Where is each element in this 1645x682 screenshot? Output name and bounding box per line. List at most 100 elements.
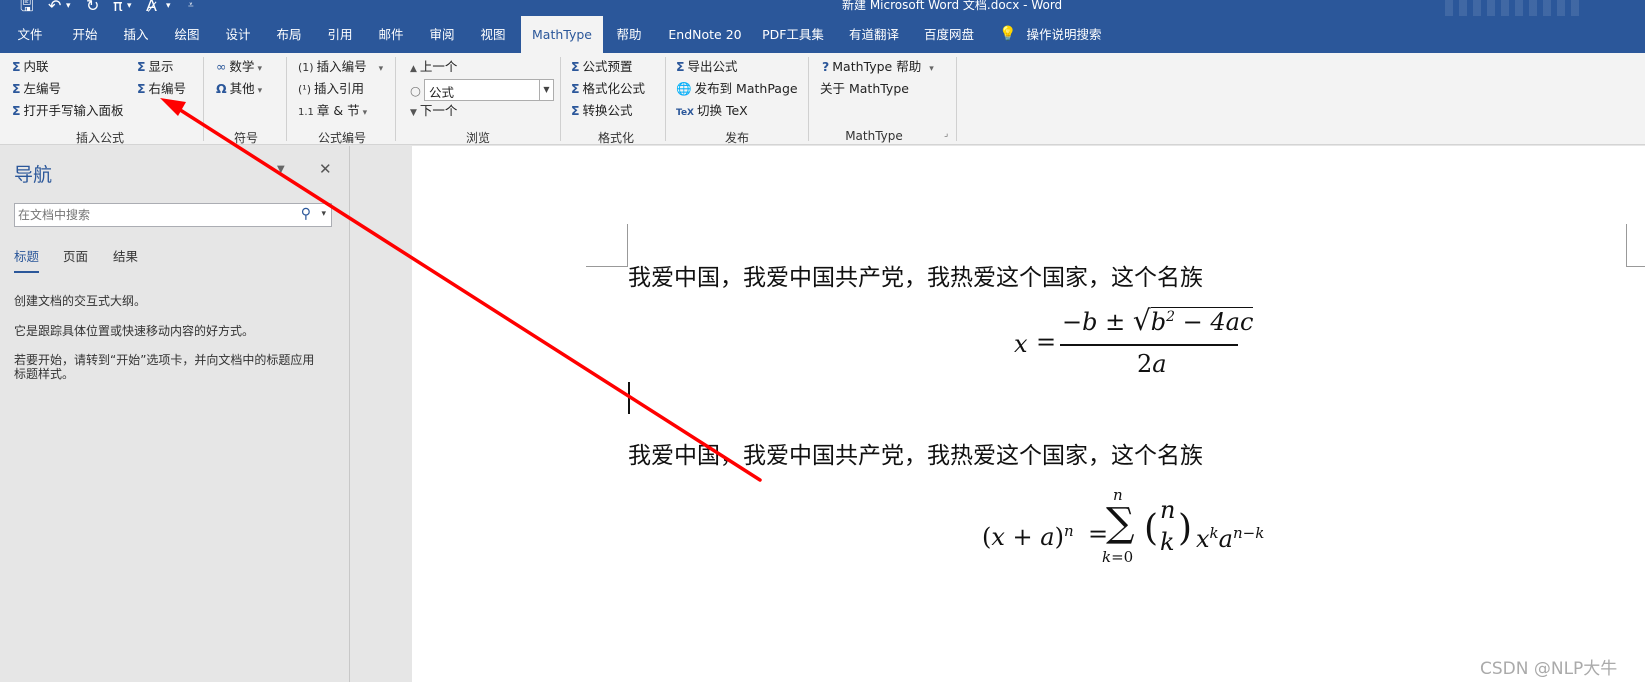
- tab-help[interactable]: 帮助: [614, 16, 644, 53]
- nav-search-box[interactable]: ⚲ ▾: [14, 203, 332, 227]
- publish-mathpage-button[interactable]: 🌐 发布到 MathPage: [676, 81, 798, 97]
- insert-number-button[interactable]: (1) 插入编号 ▾: [298, 59, 383, 77]
- chevron-down-icon[interactable]: ▾: [321, 209, 326, 219]
- browse-combo-value: 公式: [429, 85, 455, 100]
- equation-2-equals: =: [1088, 520, 1109, 548]
- previous-button[interactable]: ▲ 上一个: [410, 59, 457, 77]
- tab-baidu[interactable]: 百度网盘: [921, 16, 977, 53]
- tab-endnote[interactable]: EndNote 20: [664, 16, 746, 53]
- about-mathtype-button[interactable]: 关于 MathType: [820, 81, 909, 97]
- dropdown-arrow-icon: ▾: [929, 64, 934, 74]
- nav-options-icon[interactable]: ▼: [277, 164, 285, 175]
- tell-me-search[interactable]: 操作说明搜索: [1024, 16, 1104, 53]
- format-icon: Σ: [571, 81, 580, 96]
- group-label-format: 格式化: [597, 131, 634, 145]
- customize-toolbar-icon[interactable]: ⩡: [188, 0, 194, 14]
- browse-radio[interactable]: ○: [410, 83, 421, 99]
- group-separator: [956, 57, 957, 141]
- close-icon[interactable]: ✕: [319, 160, 332, 178]
- spelling-icon[interactable]: A̷: [146, 0, 157, 14]
- mathtype-pi-icon[interactable]: π: [113, 0, 123, 14]
- group-separator: [286, 57, 287, 141]
- chapter-section-button[interactable]: 1.1 章 & 节 ▾: [298, 103, 367, 121]
- ribbon: Σ 内联 Σ 左编号 Σ 打开手写输入面板 Σ 显示 Σ 右编号 插入公式 ∞ 数学 ▾ Ω其…: [0, 53, 1645, 145]
- nav-tab-headings[interactable]: 标题: [14, 246, 40, 273]
- tab-pdf-tools[interactable]: PDF工具集: [762, 16, 824, 53]
- sigma-icon: Σ: [137, 81, 146, 96]
- group-label-publish: 发布: [724, 131, 749, 145]
- document-paragraph-2[interactable]: 我爱中国，我爱中国共产党，我热爱这个国家，这个名族: [628, 436, 1203, 470]
- tab-youdao[interactable]: 有道翻译: [846, 16, 902, 53]
- presets-icon: Σ: [571, 59, 580, 74]
- equation-2-lhs: (x + a)n: [982, 522, 1074, 551]
- tab-design[interactable]: 设计: [223, 16, 253, 53]
- chevron-down-icon[interactable]: ▼: [539, 80, 553, 100]
- export-equations-button[interactable]: Σ 导出公式: [676, 59, 738, 75]
- format-equations-button[interactable]: Σ 格式化公式: [571, 81, 645, 97]
- document-paragraph-1[interactable]: 我爱中国，我爱中国共产党，我热爱这个国家，这个名族: [628, 258, 1203, 292]
- globe-icon: 🌐: [676, 81, 692, 96]
- document-page[interactable]: 我爱中国，我爱中国共产党，我热爱这个国家，这个名族 x = −b ± √b2 −…: [412, 146, 1645, 682]
- tab-mathtype[interactable]: MathType: [521, 16, 603, 53]
- nav-hint-1: 创建文档的交互式大纲。: [14, 294, 147, 308]
- equation-1[interactable]: x = −b ± √b2 − 4ac 2a: [412, 146, 1645, 682]
- redo-icon[interactable]: ↻: [86, 0, 99, 14]
- inline-button[interactable]: Σ 内联: [12, 59, 49, 75]
- lightbulb-icon: 💡: [999, 26, 1017, 42]
- insert-reference-button[interactable]: (¹) 插入引用: [298, 81, 364, 98]
- canvas-gutter: [351, 146, 412, 682]
- group-separator: [808, 57, 809, 141]
- summation-icon: ∑: [1106, 500, 1135, 546]
- mathtype-help-button[interactable]: ? MathType 帮助 ▾: [822, 59, 934, 77]
- convert-icon: Σ: [571, 103, 580, 118]
- display-button[interactable]: Σ 显示: [137, 59, 174, 75]
- spelling-dropdown-icon[interactable]: ▾: [166, 0, 171, 14]
- dialog-launcher-icon[interactable]: ⌟: [944, 129, 948, 141]
- left-numbered-button[interactable]: Σ 左编号: [12, 81, 61, 97]
- undo-dropdown-icon[interactable]: ▾: [66, 0, 71, 14]
- nav-tab-pages[interactable]: 页面: [63, 246, 88, 265]
- browse-combo[interactable]: 公式 ▼: [424, 79, 554, 101]
- tab-file[interactable]: 文件: [15, 16, 45, 53]
- number-paren-icon: (1): [298, 61, 314, 74]
- tab-view[interactable]: 视图: [478, 16, 508, 53]
- equation-1-fraction-bar: [1060, 344, 1238, 346]
- right-numbered-button[interactable]: Σ 右编号: [137, 81, 186, 97]
- reference-icon: (¹): [298, 83, 311, 96]
- export-icon: Σ: [676, 59, 685, 74]
- tab-home[interactable]: 开始: [70, 16, 100, 53]
- tab-mailings[interactable]: 邮件: [376, 16, 406, 53]
- tex-icon: TeX: [676, 108, 694, 118]
- dropdown-arrow-icon: ▾: [257, 86, 263, 96]
- equation-2-binom-top: n: [1160, 496, 1176, 524]
- crop-mark: [1626, 266, 1645, 267]
- sigma-icon: Σ: [12, 59, 21, 74]
- text-cursor: [628, 382, 630, 414]
- tab-review[interactable]: 审阅: [427, 16, 457, 53]
- pi-dropdown-icon[interactable]: ▾: [127, 0, 132, 14]
- convert-equations-button[interactable]: Σ 转换公式: [571, 103, 633, 119]
- toggle-tex-button[interactable]: TeX 切换 TeX: [676, 103, 748, 121]
- omega-icon: Ω: [216, 81, 227, 96]
- sigma-pen-icon: Σ: [12, 103, 21, 118]
- tab-references[interactable]: 引用: [325, 16, 355, 53]
- save-icon[interactable]: 🖫: [20, 0, 34, 14]
- next-button[interactable]: ▼ 下一个: [410, 103, 457, 121]
- equation-1-lhs: x: [1014, 330, 1028, 358]
- equation-2[interactable]: (x + a)n = n ∑ k=0 ( n k ) xkan−k: [412, 146, 1645, 682]
- dropdown-arrow-icon: ▾: [257, 64, 262, 74]
- other-symbols-button[interactable]: Ω 其他 ▾: [216, 81, 262, 99]
- nav-tab-results[interactable]: 结果: [113, 246, 138, 265]
- handwriting-panel-button[interactable]: Σ 打开手写输入面板: [12, 103, 124, 119]
- equation-2-sum-lower: k=0: [1102, 548, 1134, 566]
- math-symbols-button[interactable]: ∞ 数学 ▾: [216, 59, 262, 77]
- tab-insert[interactable]: 插入: [121, 16, 151, 53]
- search-icon[interactable]: ⚲: [301, 206, 311, 222]
- equation-presets-button[interactable]: Σ 公式预置: [571, 59, 633, 75]
- tab-layout[interactable]: 布局: [274, 16, 304, 53]
- watermark: CSDN @NLP大牛: [1480, 659, 1618, 679]
- group-label-mathtype: MathType: [845, 129, 903, 143]
- undo-icon[interactable]: ↶: [48, 0, 61, 14]
- search-input[interactable]: [18, 207, 288, 223]
- tab-draw[interactable]: 绘图: [172, 16, 202, 53]
